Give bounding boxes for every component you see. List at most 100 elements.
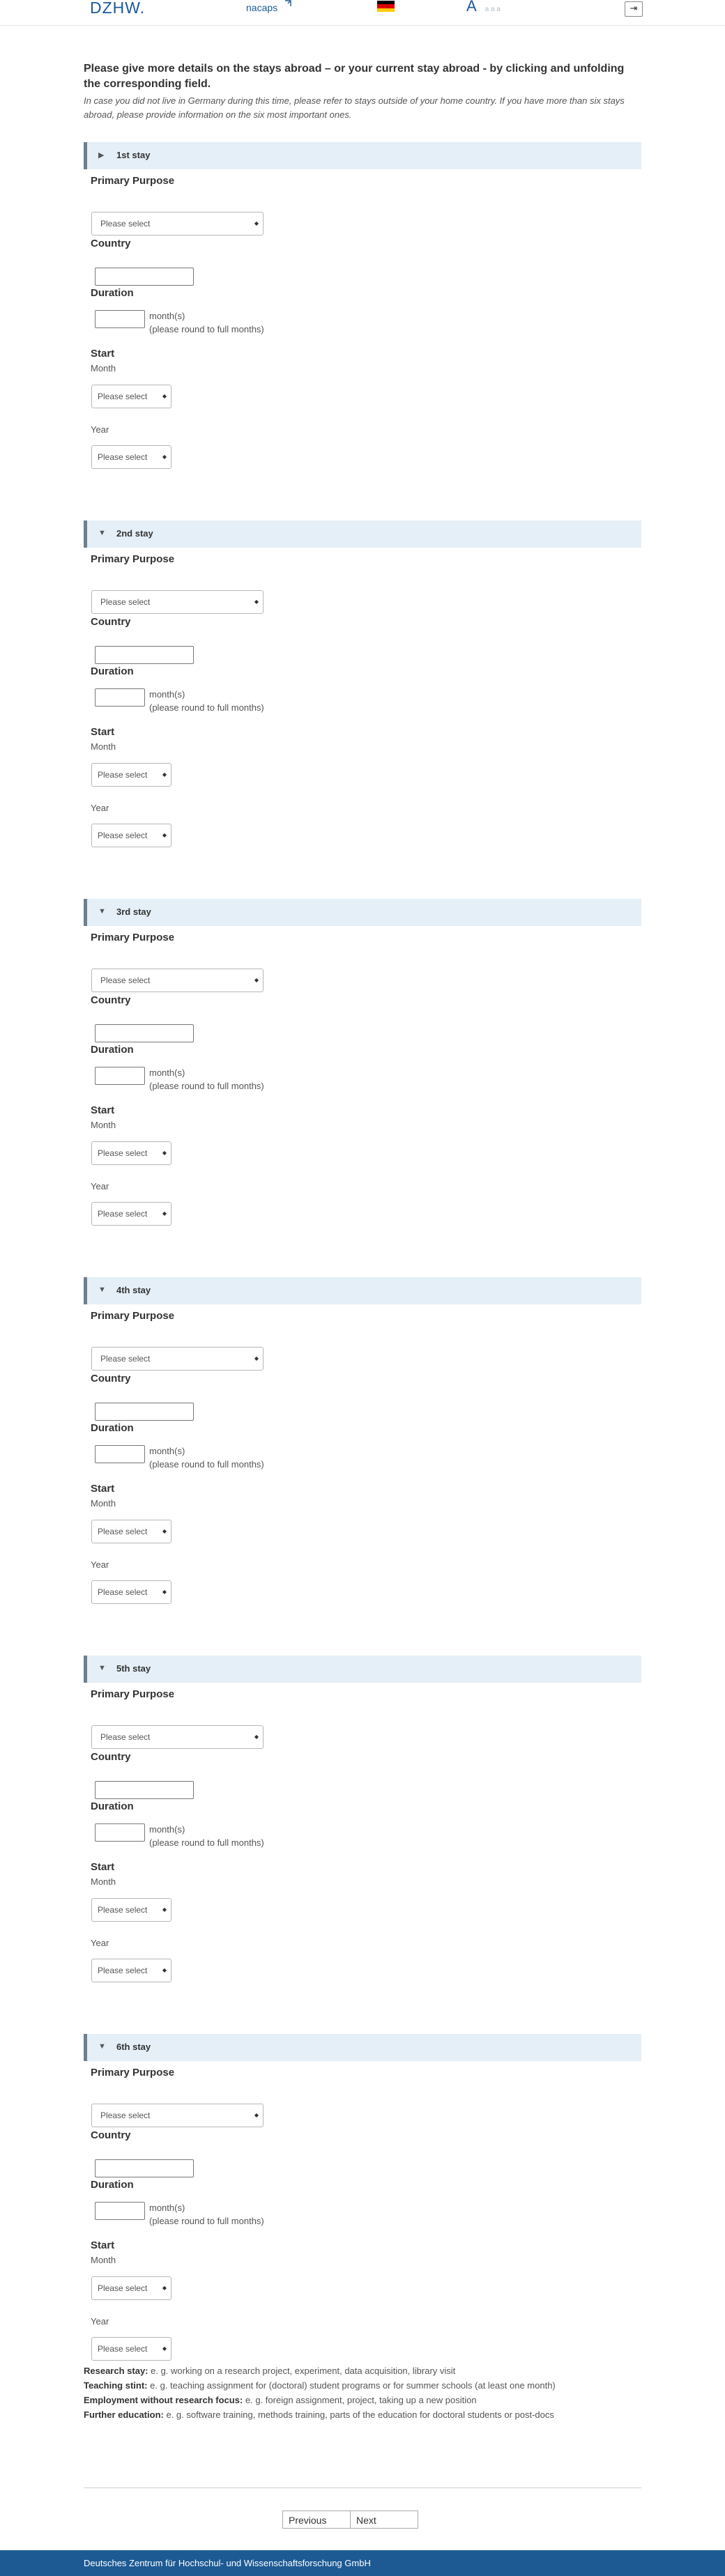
nacaps-logo-text: nacaps xyxy=(246,2,278,13)
select-caret-icon: ◆ xyxy=(162,1589,167,1595)
country-label: Country xyxy=(91,1751,131,1763)
duration-label: Duration xyxy=(91,1422,134,1434)
duration-unit: month(s) (please round to full months) xyxy=(149,1446,264,1470)
nacaps-logo[interactable]: nacaps xyxy=(246,0,291,13)
stay-header[interactable]: ▼ 6th stay xyxy=(84,2034,641,2061)
country-input[interactable] xyxy=(95,1781,194,1799)
stay-block: ▼ 4th stay Primary Purpose Please select… xyxy=(84,1277,641,1626)
font-size-small[interactable]: a a a xyxy=(485,6,501,13)
stay-header[interactable]: ▼ 3rd stay xyxy=(84,899,641,926)
duration-label: Duration xyxy=(91,665,134,677)
month-select[interactable]: Please select ◆ xyxy=(91,2276,171,2300)
stay-header[interactable]: ▼ 2nd stay xyxy=(84,520,641,548)
duration-input[interactable] xyxy=(95,688,145,707)
duration-input[interactable] xyxy=(95,1823,145,1842)
year-label: Year xyxy=(91,1938,109,1948)
toggle-arrow-icon: ▶ xyxy=(98,151,105,160)
month-select[interactable]: Please select ◆ xyxy=(91,1141,171,1165)
duration-input[interactable] xyxy=(95,2202,145,2220)
country-input[interactable] xyxy=(95,2159,194,2177)
month-select-value: Please select xyxy=(98,1148,148,1158)
purpose-select[interactable]: Please select ◆ xyxy=(91,1347,264,1371)
month-select[interactable]: Please select ◆ xyxy=(91,1898,171,1922)
year-select[interactable]: Please select ◆ xyxy=(91,824,171,847)
start-label: Start xyxy=(91,726,115,738)
year-select[interactable]: Please select ◆ xyxy=(91,1202,171,1226)
toggle-arrow-icon: ▼ xyxy=(98,1286,106,1294)
purpose-select[interactable]: Please select ◆ xyxy=(91,212,264,236)
select-caret-icon: ◆ xyxy=(162,2345,167,2352)
month-select-value: Please select xyxy=(98,770,148,780)
purpose-select[interactable]: Please select ◆ xyxy=(91,590,264,614)
country-label: Country xyxy=(91,2129,131,2141)
select-caret-icon: ◆ xyxy=(162,393,167,399)
purpose-select-value: Please select xyxy=(100,975,151,985)
year-label: Year xyxy=(91,424,109,435)
page-header: DZHW. nacaps A a a a ⇥ xyxy=(0,0,725,26)
logout-button[interactable]: ⇥ xyxy=(625,1,643,17)
year-label: Year xyxy=(91,1181,109,1191)
country-input[interactable] xyxy=(95,1024,194,1042)
duration-label: Duration xyxy=(91,1044,134,1056)
stay-block: ▶ 1st stay Primary Purpose Please select… xyxy=(84,142,641,491)
year-select[interactable]: Please select ◆ xyxy=(91,445,171,469)
select-caret-icon: ◆ xyxy=(254,1734,259,1740)
question-title: Please give more details on the stays ab… xyxy=(84,63,625,90)
month-select-value: Please select xyxy=(98,1905,148,1915)
year-label: Year xyxy=(91,803,109,813)
duration-input[interactable] xyxy=(95,1067,145,1085)
purpose-select[interactable]: Please select ◆ xyxy=(91,1725,264,1749)
country-input[interactable] xyxy=(95,268,194,286)
select-caret-icon: ◆ xyxy=(254,220,259,226)
select-caret-icon: ◆ xyxy=(162,771,167,778)
country-input[interactable] xyxy=(95,1403,194,1421)
year-label: Year xyxy=(91,2316,109,2327)
year-select-value: Please select xyxy=(98,2344,148,2354)
previous-button[interactable]: Previous xyxy=(282,2511,351,2529)
font-size-large[interactable]: A xyxy=(466,0,477,15)
stay-title: 2nd stay xyxy=(116,528,153,539)
select-caret-icon: ◆ xyxy=(162,1210,167,1217)
definition-item: Further education: e. g. software traini… xyxy=(84,2409,554,2420)
month-select-value: Please select xyxy=(98,392,148,401)
select-caret-icon: ◆ xyxy=(162,1906,167,1913)
purpose-label: Primary Purpose xyxy=(91,553,175,565)
font-size-switcher[interactable]: A a a a xyxy=(466,0,501,15)
month-select[interactable]: Please select ◆ xyxy=(91,385,171,408)
stay-title: 3rd stay xyxy=(116,907,151,917)
stay-header[interactable]: ▼ 5th stay xyxy=(84,1656,641,1683)
duration-input[interactable] xyxy=(95,1445,145,1463)
duration-input[interactable] xyxy=(95,310,145,328)
purpose-select[interactable]: Please select ◆ xyxy=(91,969,264,992)
stay-header[interactable]: ▶ 1st stay xyxy=(84,142,641,169)
purpose-label: Primary Purpose xyxy=(91,2067,175,2078)
stay-block: ▼ 6th stay Primary Purpose Please select… xyxy=(84,2034,641,2382)
select-caret-icon: ◆ xyxy=(254,977,259,983)
footer-text: Deutsches Zentrum für Hochschul- und Wis… xyxy=(84,2558,371,2568)
month-label: Month xyxy=(91,1120,116,1130)
year-select[interactable]: Please select ◆ xyxy=(91,1959,171,1982)
select-caret-icon: ◆ xyxy=(254,2112,259,2118)
dzhw-logo[interactable]: DZHW. xyxy=(90,0,145,17)
toggle-arrow-icon: ▼ xyxy=(98,529,106,537)
duration-label: Duration xyxy=(91,287,134,299)
select-caret-icon: ◆ xyxy=(162,832,167,838)
month-select[interactable]: Please select ◆ xyxy=(91,1520,171,1543)
year-select[interactable]: Please select ◆ xyxy=(91,2337,171,2361)
month-select[interactable]: Please select ◆ xyxy=(91,763,171,787)
definition-item: Research stay: e. g. working on a resear… xyxy=(84,2366,456,2376)
month-label: Month xyxy=(91,2255,116,2265)
stay-header[interactable]: ▼ 4th stay xyxy=(84,1277,641,1304)
duration-unit: month(s) (please round to full months) xyxy=(149,689,264,713)
stay-block: ▼ 2nd stay Primary Purpose Please select… xyxy=(84,520,641,869)
next-button[interactable]: Next xyxy=(350,2511,418,2529)
purpose-select[interactable]: Please select ◆ xyxy=(91,2104,264,2127)
country-input[interactable] xyxy=(95,646,194,664)
month-label: Month xyxy=(91,1876,116,1887)
duration-unit: month(s) (please round to full months) xyxy=(149,1824,264,1848)
month-select-value: Please select xyxy=(98,2283,148,2293)
select-caret-icon: ◆ xyxy=(162,1150,167,1156)
german-flag-icon[interactable] xyxy=(377,1,395,13)
month-label: Month xyxy=(91,363,116,373)
year-select[interactable]: Please select ◆ xyxy=(91,1580,171,1604)
